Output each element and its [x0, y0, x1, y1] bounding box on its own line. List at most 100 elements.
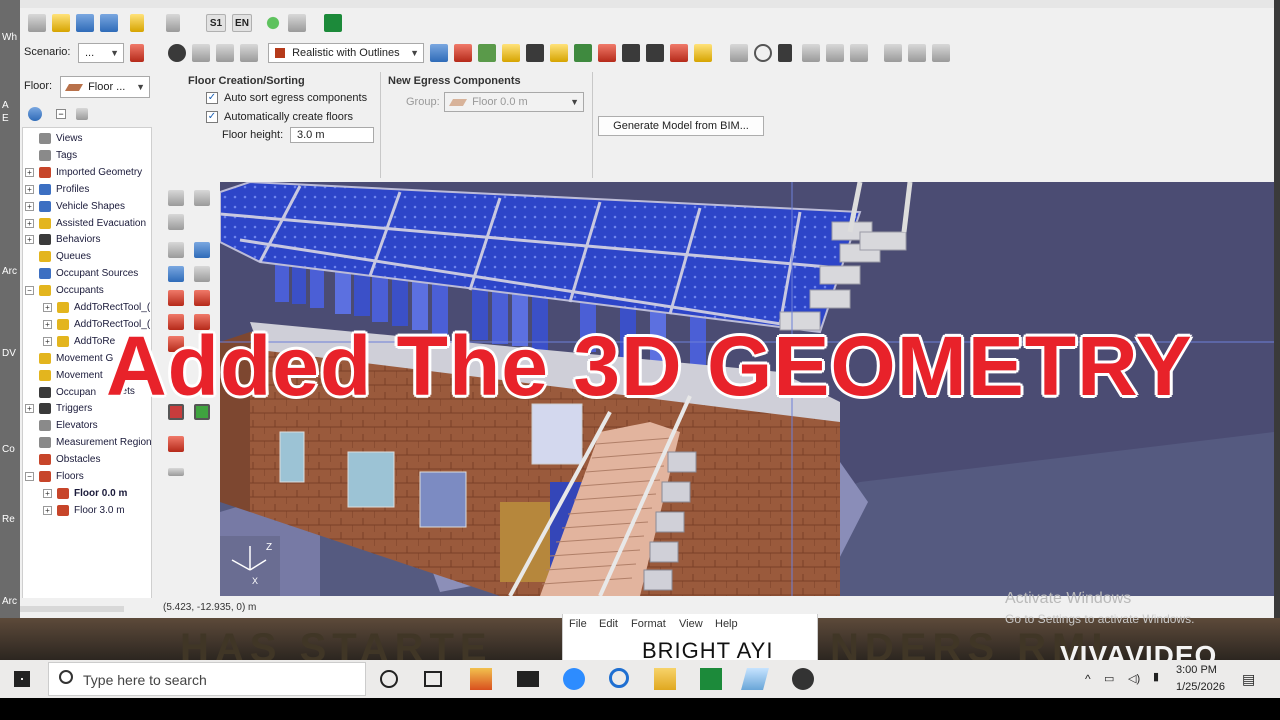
exit-sign-icon[interactable]: [324, 14, 342, 32]
expand-icon[interactable]: +: [25, 404, 34, 414]
copy-tool-icon[interactable]: [168, 214, 184, 230]
task-view-icon[interactable]: [424, 671, 442, 687]
import-icon[interactable]: [100, 14, 118, 32]
view-icon[interactable]: [192, 44, 210, 62]
expand-icon[interactable]: +: [25, 167, 34, 177]
notepad-taskbar-icon[interactable]: [741, 668, 769, 690]
trigger-tool-icon[interactable]: [646, 44, 664, 62]
save-icon[interactable]: [76, 14, 94, 32]
zoom-app-icon[interactable]: [563, 668, 585, 690]
auto-create-checkbox[interactable]: ✓: [206, 111, 218, 123]
en-button[interactable]: EN: [232, 14, 252, 32]
grid-icon[interactable]: [908, 44, 926, 62]
open-folder-icon[interactable]: [52, 14, 70, 32]
pathfinder-taskbar-icon[interactable]: [700, 668, 722, 690]
expand-icon[interactable]: +: [25, 235, 34, 245]
store-icon[interactable]: [470, 668, 492, 690]
tray-chevron-icon[interactable]: ^: [1085, 672, 1091, 686]
expand-icon[interactable]: +: [43, 336, 52, 346]
measure-tool-icon[interactable]: [670, 44, 688, 62]
occupant-tool-icon[interactable]: [502, 44, 520, 62]
generate-model-button[interactable]: Generate Model from BIM...: [598, 116, 764, 136]
rect-room-icon[interactable]: [194, 242, 210, 258]
room-tool-icon[interactable]: [454, 44, 472, 62]
recorder-icon[interactable]: [792, 668, 814, 690]
occupant-source-icon[interactable]: [168, 436, 184, 452]
expand-icon[interactable]: +: [25, 201, 34, 211]
scenario-manage-icon[interactable]: [130, 44, 144, 62]
snap-icon[interactable]: [884, 44, 902, 62]
door-tool-icon[interactable]: [478, 44, 496, 62]
edge-icon[interactable]: [609, 668, 629, 688]
network-icon[interactable]: ▭: [1104, 672, 1114, 685]
navigator-icon[interactable]: [28, 107, 42, 121]
volume-icon[interactable]: ◁): [1128, 672, 1140, 685]
scenario-select[interactable]: ... ▼: [78, 43, 124, 63]
results-icon[interactable]: [288, 14, 306, 32]
expand-icon[interactable]: +: [43, 303, 52, 312]
agents-tool-icon[interactable]: [526, 44, 544, 62]
orbit-icon[interactable]: [754, 44, 772, 62]
notepad-menu-view[interactable]: View: [679, 618, 703, 630]
layout-icon[interactable]: [932, 44, 950, 62]
door-icon[interactable]: [168, 290, 184, 306]
expand-icon[interactable]: +: [43, 505, 52, 515]
rotate-tool-icon[interactable]: [194, 190, 210, 206]
tree-filter-icon[interactable]: [76, 108, 88, 120]
expand-icon[interactable]: +: [43, 319, 52, 329]
zoom-icon[interactable]: [826, 44, 844, 62]
zoom-fit-icon[interactable]: [850, 44, 868, 62]
tree-scrollbar[interactable]: [20, 606, 124, 612]
poly-room-icon[interactable]: [168, 242, 184, 258]
thin-door-icon[interactable]: [194, 290, 210, 306]
notepad-menu-format[interactable]: Format: [631, 618, 666, 630]
clock-time[interactable]: 3:00 PM: [1176, 664, 1217, 676]
walk-icon[interactable]: [778, 44, 792, 62]
auto-sort-checkbox[interactable]: ✓: [206, 92, 218, 104]
taskbar-search[interactable]: Type here to search: [48, 662, 366, 696]
warning-tool-icon[interactable]: [694, 44, 712, 62]
mic-icon[interactable]: ▮: [1153, 670, 1159, 683]
tree-item-label: Floor 0.0 m: [74, 487, 128, 499]
pan-icon[interactable]: [802, 44, 820, 62]
file-explorer-icon[interactable]: [654, 668, 676, 690]
thin-wall-icon[interactable]: [194, 266, 210, 282]
notepad-menu-edit[interactable]: Edit: [599, 618, 618, 630]
floor-select[interactable]: Floor ... ▼: [60, 76, 150, 98]
activate-windows-title: Activate Windows: [1005, 590, 1132, 607]
redo-icon[interactable]: [166, 14, 180, 32]
undo-icon[interactable]: [130, 14, 144, 32]
wall-tool-icon[interactable]: [430, 44, 448, 62]
escalator-tool-icon[interactable]: [622, 44, 640, 62]
notepad-menu-file[interactable]: File: [569, 618, 587, 630]
view3-icon[interactable]: [240, 44, 258, 62]
new-file-icon[interactable]: [28, 14, 46, 32]
render-mode-select[interactable]: Realistic with Outlines ▼: [268, 43, 424, 63]
fill-room-icon[interactable]: [168, 266, 184, 282]
select-cursor-icon[interactable]: [730, 44, 748, 62]
sim-s1-button[interactable]: S1: [206, 14, 226, 32]
expand-icon[interactable]: +: [25, 184, 34, 194]
clock-date[interactable]: 1/25/2026: [1176, 681, 1225, 693]
cortana-icon[interactable]: [380, 670, 398, 688]
windows-start-icon[interactable]: [14, 671, 30, 687]
exit-tool-icon[interactable]: [574, 44, 592, 62]
run-simulation-icon[interactable]: [264, 14, 282, 32]
measure-icon[interactable]: [168, 468, 184, 476]
group-select[interactable]: Floor 0.0 m ▼: [444, 92, 584, 112]
collapse-icon[interactable]: −: [25, 472, 34, 481]
move-tool-icon[interactable]: [168, 190, 184, 206]
collapse-all-button[interactable]: −: [56, 109, 66, 119]
notifications-icon[interactable]: ▤: [1242, 671, 1255, 688]
notepad-menu-help[interactable]: Help: [715, 618, 738, 630]
desktop-left-edge: Wh A E Arc DV Co Re Arc: [0, 0, 20, 660]
mail-icon[interactable]: [517, 671, 539, 687]
expand-icon[interactable]: +: [25, 218, 34, 228]
camera-icon[interactable]: [168, 44, 186, 62]
collapse-icon[interactable]: −: [25, 286, 34, 296]
view2-icon[interactable]: [216, 44, 234, 62]
group-tool-icon[interactable]: [550, 44, 568, 62]
expand-icon[interactable]: +: [43, 488, 52, 498]
stair-tool-icon[interactable]: [598, 44, 616, 62]
floor-height-input[interactable]: 3.0 m: [290, 127, 374, 143]
